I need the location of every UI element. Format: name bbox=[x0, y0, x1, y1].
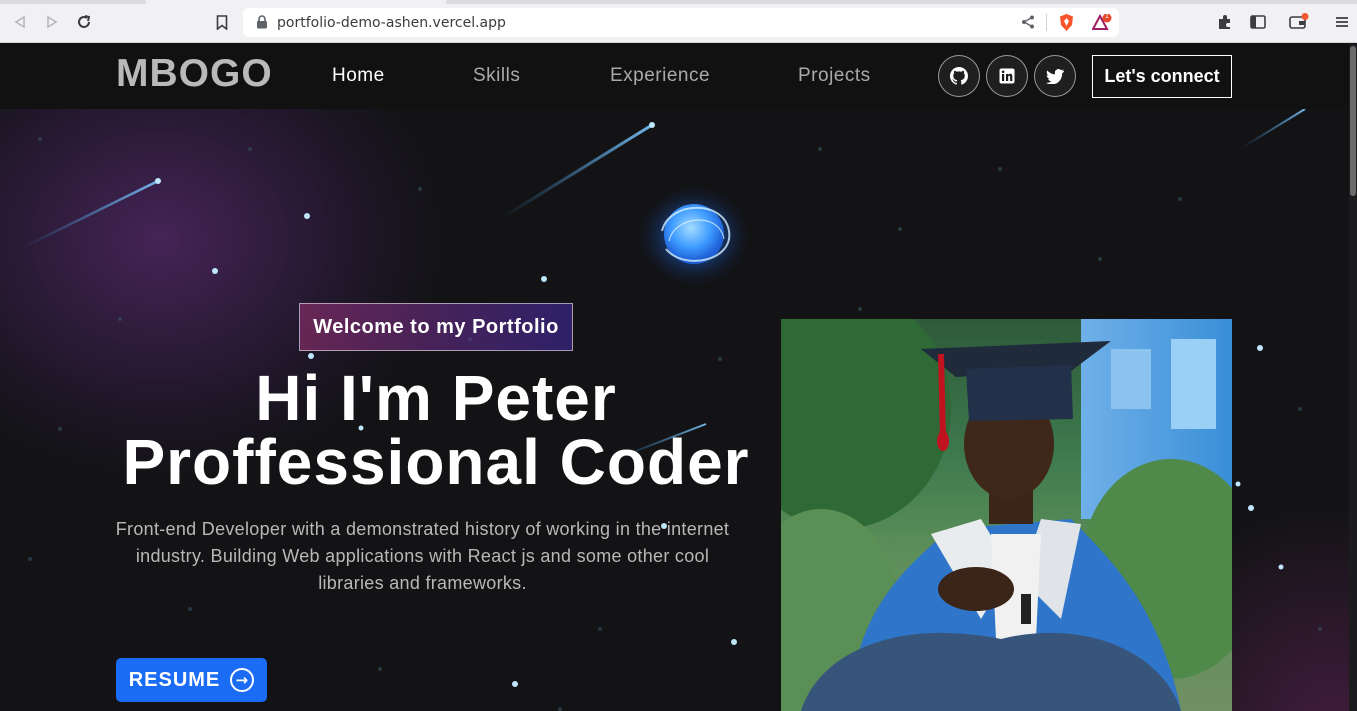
resume-button[interactable]: RESUME → bbox=[116, 658, 267, 702]
arrow-right-circle-icon: → bbox=[230, 668, 255, 692]
extensions-icon[interactable] bbox=[1214, 11, 1236, 33]
url-text: portfolio-demo-ashen.vercel.app bbox=[277, 15, 506, 31]
brave-rewards-icon[interactable] bbox=[1092, 14, 1112, 32]
graduate-portrait-image bbox=[781, 319, 1232, 711]
hero-intro: Front-end Developer with a demonstrated … bbox=[115, 519, 730, 593]
sidebar-icon[interactable] bbox=[1247, 11, 1269, 33]
menu-icon[interactable] bbox=[1331, 11, 1353, 33]
headline-line-1: Hi I'm Peter bbox=[255, 362, 617, 434]
nav-link-home[interactable]: Home bbox=[332, 65, 385, 87]
wallet-icon[interactable] bbox=[1288, 11, 1310, 33]
site-navbar: MBOGO Home Skills Experience Projects Le… bbox=[0, 44, 1349, 109]
hero-headline: Hi I'm Peter Proffessional Coder bbox=[96, 366, 776, 494]
site-logo[interactable]: MBOGO bbox=[116, 52, 273, 96]
lets-connect-button[interactable]: Let's connect bbox=[1092, 55, 1232, 98]
page-scrollbar[interactable] bbox=[1349, 44, 1357, 711]
nav-link-projects[interactable]: Projects bbox=[798, 65, 871, 87]
scrollbar-thumb[interactable] bbox=[1350, 46, 1356, 196]
brave-shields-icon[interactable] bbox=[1058, 13, 1075, 32]
tagline-badge: Welcome to my Portfolio bbox=[299, 303, 573, 351]
github-link[interactable] bbox=[938, 55, 980, 97]
forward-icon[interactable] bbox=[41, 11, 63, 33]
nav-link-experience[interactable]: Experience bbox=[610, 65, 710, 87]
address-bar[interactable]: portfolio-demo-ashen.vercel.app 1 bbox=[243, 8, 1119, 37]
share-icon[interactable] bbox=[1021, 15, 1035, 29]
resume-label: RESUME bbox=[128, 668, 221, 691]
glowing-orb-decoration bbox=[636, 184, 752, 288]
linkedin-link[interactable] bbox=[986, 55, 1028, 97]
twitter-icon bbox=[1046, 68, 1064, 84]
nav-link-skills[interactable]: Skills bbox=[473, 65, 520, 87]
rewards-badge: 1 bbox=[1105, 13, 1109, 20]
browser-toolbar: portfolio-demo-ashen.vercel.app 1 bbox=[0, 0, 1357, 43]
bookmark-icon[interactable] bbox=[211, 11, 233, 33]
reload-icon[interactable] bbox=[73, 11, 95, 33]
twitter-link[interactable] bbox=[1034, 55, 1076, 97]
tab-strip bbox=[0, 0, 1357, 4]
profile-photo bbox=[781, 319, 1232, 711]
back-icon[interactable] bbox=[9, 11, 31, 33]
github-icon bbox=[950, 67, 968, 85]
headline-line-2: Proffessional Coder bbox=[122, 426, 750, 498]
lock-icon bbox=[257, 15, 267, 29]
portfolio-page: MBOGO Home Skills Experience Projects Le… bbox=[0, 44, 1349, 711]
linkedin-icon bbox=[999, 68, 1015, 84]
